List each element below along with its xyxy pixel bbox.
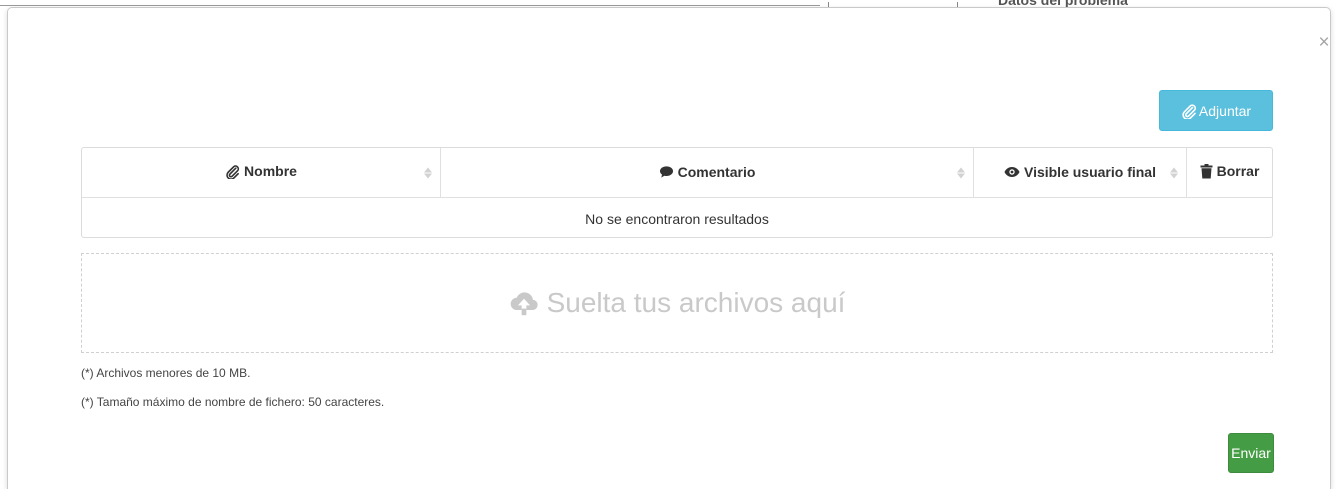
cloud-upload-icon	[509, 288, 539, 318]
trash-icon	[1200, 163, 1213, 179]
column-header-comentario[interactable]: Comentario	[440, 148, 974, 198]
empty-results-message: No se encontraron resultados	[585, 211, 769, 227]
attachments-modal: × Adjuntar Nombre Comentario Visible usu…	[7, 7, 1331, 489]
paperclip-icon	[1181, 103, 1197, 119]
attachments-table: Nombre Comentario Visible usuario final …	[81, 147, 1273, 238]
sort-icon	[957, 167, 965, 178]
column-label-comentario: Comentario	[677, 163, 756, 180]
attach-button-label: Adjuntar	[1198, 102, 1252, 119]
column-header-visible-usuario-final[interactable]: Visible usuario final	[973, 148, 1187, 198]
file-dropzone[interactable]: Suelta tus archivos aquí	[81, 253, 1273, 353]
eye-icon	[1004, 166, 1020, 178]
comment-icon	[659, 165, 674, 179]
note-max-filename: (*) Tamaño máximo de nombre de fichero: …	[81, 395, 385, 409]
send-button[interactable]: Enviar	[1228, 433, 1274, 473]
paperclip-icon	[225, 164, 240, 179]
background-divider	[0, 5, 820, 6]
table-row: No se encontraron resultados	[82, 198, 1272, 238]
close-button[interactable]: ×	[1315, 33, 1333, 52]
dropzone-label: Suelta tus archivos aquí	[546, 287, 846, 318]
column-label-borrar: Borrar	[1216, 163, 1260, 180]
column-header-borrar: Borrar	[1186, 148, 1272, 198]
note-max-size: (*) Archivos menores de 10 MB.	[81, 366, 251, 380]
column-label-visible: Visible usuario final	[1023, 164, 1156, 180]
attach-button[interactable]: Adjuntar	[1159, 90, 1273, 131]
table-header-row: Nombre Comentario Visible usuario final …	[82, 148, 1272, 198]
sort-icon	[1170, 167, 1178, 178]
column-label-nombre: Nombre	[244, 163, 297, 180]
column-header-nombre[interactable]: Nombre	[82, 148, 441, 198]
sort-icon	[424, 167, 432, 178]
